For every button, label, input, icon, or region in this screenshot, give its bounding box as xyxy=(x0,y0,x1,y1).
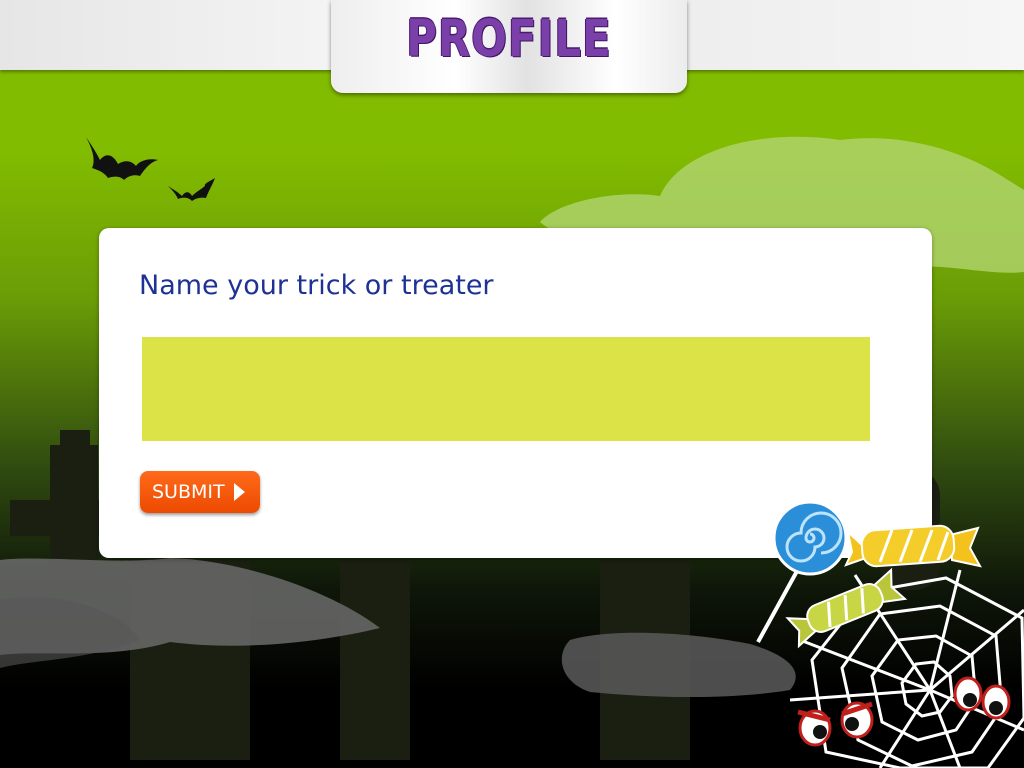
candy-decoration xyxy=(756,500,1024,768)
wrapped-candy-icon xyxy=(785,567,908,649)
glowing-eyes-icon xyxy=(797,701,874,747)
lollipop-icon xyxy=(772,500,848,576)
wrapped-candy-icon xyxy=(844,524,982,568)
lollipop-stick xyxy=(756,561,804,643)
